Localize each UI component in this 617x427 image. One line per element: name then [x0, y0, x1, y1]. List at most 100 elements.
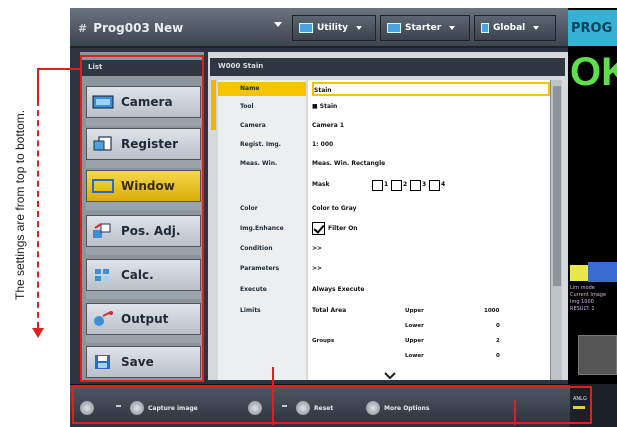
starter-icon	[387, 23, 401, 33]
setting-label-name[interactable]: Name	[218, 82, 306, 96]
setting-value-camera[interactable]: Camera 1	[312, 119, 550, 133]
annotation-pointer	[272, 367, 274, 425]
list-item-label: Calc.	[121, 268, 154, 282]
capture-image-button[interactable]: Capture image	[130, 400, 198, 416]
mask-checkbox-1[interactable]	[372, 180, 383, 191]
scrollbar-thumb[interactable]	[553, 86, 561, 286]
bottom-button-3[interactable]	[248, 400, 266, 416]
list-item-label: Register	[121, 137, 179, 151]
mask-option-label: 2	[403, 181, 408, 188]
groups-lower-value[interactable]: 0	[496, 350, 500, 362]
mask-checkbox-2[interactable]	[391, 180, 402, 191]
setting-value-meas-win[interactable]: Meas. Win. Rectangle	[312, 157, 550, 171]
list-item-position-adjust[interactable]: Pos. Adj.	[86, 215, 201, 247]
status-info-line: Lim mode	[570, 285, 595, 291]
chevron-down-icon	[533, 26, 540, 30]
separator	[116, 405, 121, 407]
divider	[86, 291, 201, 299]
limit-lower-label: Lower	[405, 323, 424, 329]
status-info-line: Current Image	[570, 292, 607, 298]
setting-label-tool[interactable]: Tool	[218, 100, 306, 114]
list-item-label: Camera	[121, 95, 173, 109]
setting-label-regist-img[interactable]: Regist. Img.	[218, 138, 306, 152]
limit-groups-label: Groups	[312, 338, 335, 344]
setting-value-img-enhance[interactable]: Filter On	[328, 222, 528, 236]
mask-option-label: 1	[384, 181, 389, 188]
annotation-connector	[37, 68, 39, 100]
bottom-button-1[interactable]	[80, 400, 98, 416]
list-item-label: Output	[121, 312, 169, 326]
divider	[86, 202, 201, 210]
program-name: Prog003 New	[93, 21, 184, 35]
setting-label-camera[interactable]: Camera	[218, 119, 306, 133]
reset-label: Reset	[314, 404, 334, 412]
groups-upper-label: Upper	[405, 338, 424, 344]
mask-option-label: 3	[422, 181, 427, 188]
program-selector[interactable]: # Prog003 New	[78, 16, 286, 40]
list-item-save[interactable]: Save	[86, 346, 201, 378]
setting-value-name[interactable]: Stain	[312, 82, 550, 96]
utility-icon	[299, 23, 313, 33]
limit-lower-value[interactable]: 0	[496, 320, 500, 332]
setting-value-parameters[interactable]: >>	[312, 262, 550, 276]
setting-label-execute[interactable]: Execute	[218, 283, 306, 297]
status-info-line: RESULT: 1	[570, 306, 595, 312]
chevron-down-icon	[274, 22, 282, 27]
divider	[86, 247, 201, 255]
scroll-down-chevron-icon[interactable]	[384, 372, 396, 380]
circle-button-icon	[80, 401, 94, 415]
global-button[interactable]: Global	[474, 15, 556, 41]
groups-upper-value[interactable]: 2	[496, 335, 500, 347]
utility-button[interactable]: Utility	[292, 15, 376, 41]
bottom-status-text: ANLG	[573, 396, 587, 402]
mask-option-label: 4	[441, 181, 446, 188]
list-item-output[interactable]: Output	[86, 303, 201, 335]
vertical-scrollbar[interactable]	[550, 80, 562, 380]
setting-value-mask: Mask	[312, 181, 330, 188]
more-options-icon	[366, 401, 380, 415]
save-icon	[91, 353, 115, 371]
global-icon	[481, 23, 489, 33]
setting-value-condition[interactable]: >>	[312, 242, 550, 256]
setting-label-color[interactable]: Color	[218, 202, 306, 216]
setting-value-color[interactable]: Color to Gray	[312, 202, 550, 216]
setting-value-execute[interactable]: Always Execute	[312, 283, 550, 297]
setting-label-meas-win[interactable]: Meas. Win.	[218, 157, 306, 171]
settings-header: W000 Stain	[210, 58, 565, 76]
setting-value-tool[interactable]: ■ Stain	[312, 100, 550, 114]
utility-button-label: Utility	[317, 23, 349, 33]
mask-checkbox-4[interactable]	[429, 180, 440, 191]
list-item-register[interactable]: Register	[86, 128, 201, 160]
chevron-down-icon	[449, 26, 456, 30]
starter-button[interactable]: Starter	[380, 15, 470, 41]
bottom-status: ANLG	[570, 384, 617, 427]
list-item-window[interactable]: Window	[86, 170, 201, 202]
list-item-camera[interactable]: Camera	[86, 86, 201, 118]
list-item-label: Pos. Adj.	[121, 224, 181, 238]
separator	[282, 405, 287, 407]
output-icon	[91, 310, 115, 328]
bottom-status-bar	[573, 406, 585, 409]
program-label: PROG	[568, 10, 617, 46]
image-preview[interactable]	[578, 335, 617, 375]
divider	[86, 335, 201, 343]
status-thumbnail	[588, 262, 617, 282]
limit-upper-value[interactable]: 1000	[484, 305, 499, 317]
judgement-result: OK	[570, 50, 617, 94]
reset-button[interactable]: Reset	[296, 400, 333, 416]
window-icon	[91, 177, 115, 195]
capture-icon	[130, 401, 144, 415]
setting-label-limits[interactable]: Limits	[218, 304, 306, 318]
divider	[86, 118, 201, 126]
list-item-calc[interactable]: Calc.	[86, 259, 201, 291]
selection-marker	[211, 80, 216, 130]
setting-label-condition[interactable]: Condition	[218, 242, 306, 256]
filter-checkbox[interactable]	[312, 222, 325, 235]
setting-value-limits[interactable]: Total Area	[312, 304, 392, 318]
setting-label-parameters[interactable]: Parameters	[218, 262, 306, 276]
mask-checkbox-3[interactable]	[410, 180, 421, 191]
setting-value-regist-img[interactable]: 1: 000	[312, 138, 550, 152]
camera-icon	[91, 93, 115, 111]
setting-label-img-enhance[interactable]: Img.Enhance	[218, 222, 306, 236]
more-options-button[interactable]: More Options	[366, 400, 430, 416]
